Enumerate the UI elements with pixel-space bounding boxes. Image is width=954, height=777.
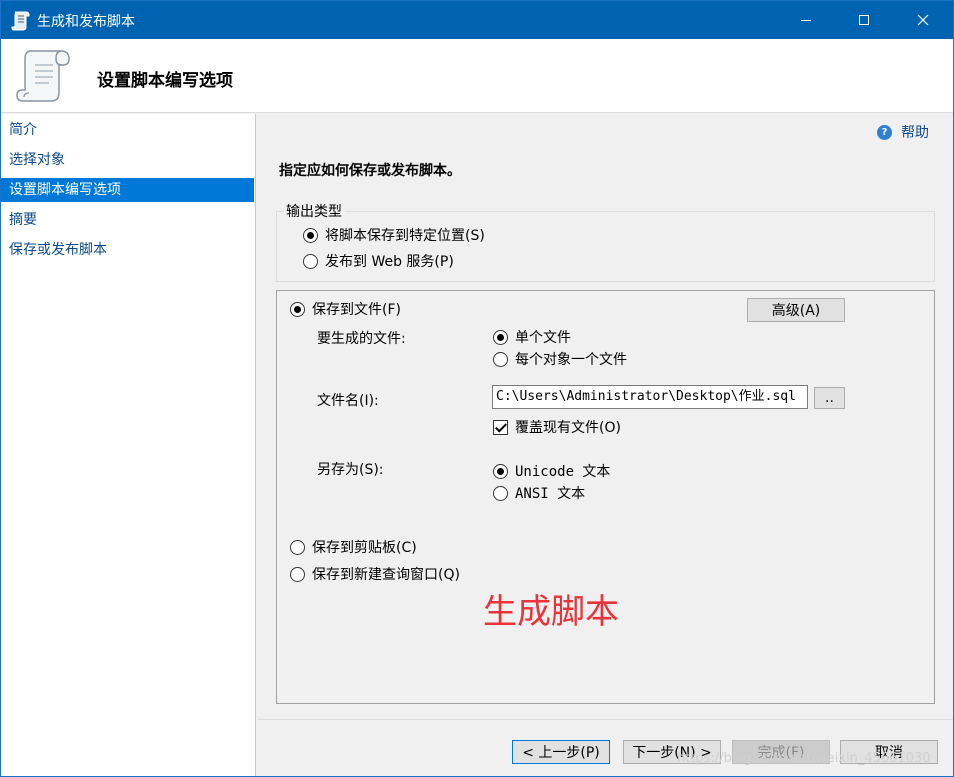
wizard-footer: < 上一步(P) 下一步(N) > 完成(F) 取消 https://blog.…: [257, 719, 953, 776]
window-title: 生成和发布脚本: [37, 14, 135, 30]
save-as-label: 另存为(S):: [317, 462, 384, 478]
generate-script-annotation: 生成脚本: [483, 592, 619, 632]
publish-web-radio[interactable]: 发布到 Web 服务(P): [303, 251, 454, 271]
radio-indicator: [290, 539, 305, 555]
file-per-object-label: 每个对象一个文件: [515, 352, 627, 368]
maximize-icon: [859, 15, 869, 25]
output-type-group: 输出类型 将脚本保存到特定位置(S) 发布到 Web 服务(P): [276, 201, 935, 282]
help-label: 帮助: [901, 125, 929, 141]
radio-indicator: [303, 253, 318, 269]
save-to-clipboard-radio[interactable]: 保存到剪贴板(C): [290, 537, 417, 557]
sidebar-item-intro[interactable]: 简介: [1, 118, 254, 142]
overwrite-label: 覆盖现有文件(O): [515, 420, 621, 436]
publish-web-label: 发布到 Web 服务(P): [325, 254, 454, 270]
main-panel: ? 帮助 指定应如何保存或发布脚本。 输出类型 将脚本保存到特定位置(S) 发布…: [257, 114, 953, 719]
file-options-group: 保存到文件(F) 高级(A) 要生成的文件: 单个文件 每个对象一个文件 文件名…: [276, 290, 935, 704]
save-to-location-label: 将脚本保存到特定位置(S): [325, 228, 485, 244]
save-to-new-query-radio[interactable]: 保存到新建查询窗口(Q): [290, 564, 460, 584]
maximize-button[interactable]: [835, 1, 893, 39]
checkbox-indicator: [493, 419, 508, 435]
save-to-clipboard-label: 保存到剪贴板(C): [312, 540, 417, 556]
minimize-icon: [801, 20, 811, 21]
scroll-icon: [16, 50, 70, 102]
ansi-text-label: ANSI 文本: [515, 486, 586, 502]
unicode-text-label: Unicode 文本: [515, 464, 611, 480]
instruction-text: 指定应如何保存或发布脚本。: [279, 163, 461, 179]
overwrite-checkbox[interactable]: 覆盖现有文件(O): [493, 417, 621, 437]
radio-indicator: [290, 566, 305, 582]
help-icon: ?: [877, 124, 892, 140]
output-type-legend: 输出类型: [283, 201, 345, 221]
title-bar: 生成和发布脚本: [1, 1, 953, 39]
single-file-label: 单个文件: [515, 330, 571, 346]
close-icon: [917, 14, 929, 26]
sidebar-item-save-or-publish[interactable]: 保存或发布脚本: [1, 238, 254, 262]
dialog-window: 生成和发布脚本 设置脚本编写选项 简介 选择对象 设置脚本编写选项 摘要 保存或…: [0, 0, 954, 777]
browse-button[interactable]: ..: [814, 387, 845, 409]
advanced-button[interactable]: 高级(A): [747, 298, 845, 322]
save-to-location-radio[interactable]: 将脚本保存到特定位置(S): [303, 225, 485, 245]
page-title: 设置脚本编写选项: [97, 71, 233, 91]
radio-indicator: [290, 301, 305, 317]
back-button[interactable]: < 上一步(P): [512, 740, 610, 764]
page-header: 设置脚本编写选项: [1, 39, 953, 113]
sidebar-item-scripting-options[interactable]: 设置脚本编写选项: [1, 178, 254, 202]
minimize-button[interactable]: [777, 1, 835, 39]
filename-input[interactable]: C:\Users\Administrator\Desktop\作业.sql: [492, 385, 808, 409]
sidebar-item-summary[interactable]: 摘要: [1, 208, 254, 232]
filename-label: 文件名(I):: [317, 393, 379, 409]
radio-indicator: [493, 329, 508, 345]
file-per-object-radio[interactable]: 每个对象一个文件: [493, 349, 627, 369]
script-app-icon: [11, 11, 30, 31]
files-to-generate-label: 要生成的文件:: [317, 331, 406, 347]
save-to-file-radio[interactable]: 保存到文件(F): [290, 299, 401, 319]
close-button[interactable]: [894, 1, 952, 39]
source-url-watermark: https://blog.csdn.net/weixin_45661030: [677, 751, 931, 766]
radio-indicator: [493, 485, 508, 501]
radio-indicator: [493, 463, 508, 479]
single-file-radio[interactable]: 单个文件: [493, 327, 571, 347]
help-link[interactable]: ? 帮助: [877, 122, 929, 142]
radio-indicator: [303, 227, 318, 243]
ansi-text-radio[interactable]: ANSI 文本: [493, 483, 585, 503]
radio-indicator: [493, 351, 508, 367]
save-to-new-query-label: 保存到新建查询窗口(Q): [312, 567, 460, 583]
sidebar-item-choose-objects[interactable]: 选择对象: [1, 148, 254, 172]
unicode-text-radio[interactable]: Unicode 文本: [493, 461, 610, 481]
sidebar: 简介 选择对象 设置脚本编写选项 摘要 保存或发布脚本: [1, 114, 256, 776]
save-to-file-label: 保存到文件(F): [312, 302, 401, 318]
